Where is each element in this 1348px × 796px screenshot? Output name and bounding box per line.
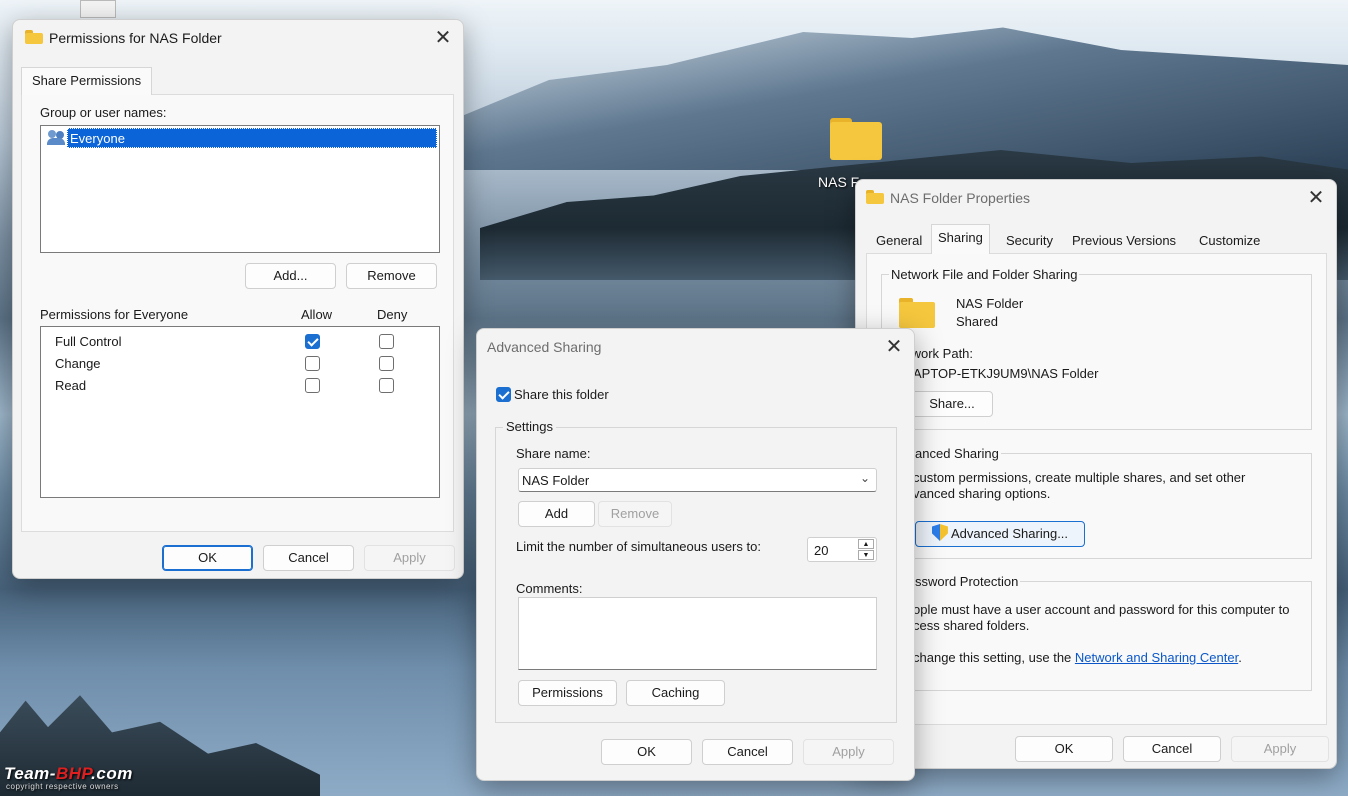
desktop-folder-icon[interactable] [828,118,884,162]
permissions-titlebar[interactable]: Permissions for NAS Folder ✕ [13,20,463,56]
properties-cancel-button[interactable]: Cancel [1123,736,1221,762]
permissions-list: Full Control Change Read [40,326,440,498]
folder-name: NAS Folder [956,296,1024,311]
advanced-sharing-titlebar[interactable]: Advanced Sharing ✕ [477,329,914,365]
permission-name: Full Control [55,334,122,349]
properties-ok-button[interactable]: OK [1015,736,1113,762]
properties-window: NAS Folder Properties ✕ General Sharing … [855,179,1337,769]
comments-label: Comments: [516,581,583,596]
advanced-apply-button[interactable]: Apply [803,739,894,765]
deny-header: Deny [377,307,408,322]
user-list[interactable]: Everyone [40,125,440,253]
share-name-remove-button[interactable]: Remove [598,501,672,527]
chevron-down-icon[interactable]: ⌄ [860,471,870,485]
caching-button[interactable]: Caching [626,680,725,706]
uac-shield-icon [932,524,948,541]
network-path-value: APTOP-ETKJ9UM9\NAS Folder [913,366,1099,381]
tab-security[interactable]: Security [1000,228,1059,254]
allow-header: Allow [301,307,333,322]
comments-textarea[interactable] [518,597,877,670]
change-allow-checkbox[interactable] [305,356,320,371]
close-icon[interactable]: ✕ [882,335,906,359]
limit-users-spinner[interactable]: 20 ▲ ▼ [807,537,877,562]
share-name-value: NAS Folder [522,473,590,488]
permissions-button[interactable]: Permissions [518,680,617,706]
desktop-file-icon[interactable] [80,0,116,18]
password-text-2: cess shared folders. [913,618,1030,633]
permissions-cancel-button[interactable]: Cancel [263,545,354,571]
limit-users-label: Limit the number of simultaneous users t… [516,539,761,554]
user-list-item[interactable]: Everyone [67,128,437,148]
group-user-label: Group or user names: [40,105,167,120]
share-button[interactable]: Share... [911,391,993,417]
network-path-label: twork Path: [908,346,974,361]
properties-title: NAS Folder Properties [890,190,1031,206]
share-name-combobox[interactable]: NAS Folder ⌄ [518,468,877,492]
read-deny-checkbox[interactable] [379,378,394,393]
advanced-sharing-window: Advanced Sharing ✕ Share this folder Set… [476,328,915,781]
network-sharing-center-link[interactable]: Network and Sharing Center [1075,650,1238,665]
wallpaper-mountain [440,27,1348,170]
advanced-cancel-button[interactable]: Cancel [702,739,793,765]
spinner-up-icon[interactable]: ▲ [858,539,874,549]
add-user-button[interactable]: Add... [245,263,336,289]
limit-users-value: 20 [814,543,829,558]
network-sharing-label: Network File and Folder Sharing [889,267,1080,282]
spinner-down-icon[interactable]: ▼ [858,550,874,560]
user-name: Everyone [70,131,125,146]
change-deny-checkbox[interactable] [379,356,394,371]
password-text-3: change this setting, use the Network and… [913,650,1242,665]
folder-status: Shared [956,314,998,329]
advanced-ok-button[interactable]: OK [601,739,692,765]
full-control-allow-checkbox[interactable] [305,334,320,349]
share-folder-label[interactable]: Share this folder [514,387,609,402]
shared-folder-icon [899,298,935,328]
desktop-folder-label[interactable]: NAS F [818,174,859,190]
share-folder-checkbox[interactable] [496,387,511,402]
watermark: Team-BHP.com copyright respective owners [4,764,133,791]
tab-general[interactable]: General [870,228,928,254]
tab-sharing[interactable]: Sharing [931,224,990,254]
advanced-sharing-text-1: custom permissions, create multiple shar… [913,470,1246,485]
permission-name: Change [55,356,101,371]
password-text-1: ople must have a user account and passwo… [913,602,1290,617]
settings-label: Settings [503,419,556,434]
permissions-for-label: Permissions for Everyone [40,307,189,322]
advanced-sharing-label: anced Sharing [913,446,1001,461]
permissions-panel: Group or user names: Everyone Add... Rem… [21,94,454,532]
sharing-panel: Network File and Folder Sharing NAS Fold… [866,253,1327,725]
full-control-deny-checkbox[interactable] [379,334,394,349]
folder-icon [25,30,43,44]
close-icon[interactable]: ✕ [431,26,455,50]
share-name-add-button[interactable]: Add [518,501,595,527]
advanced-sharing-text-2: vanced sharing options. [913,486,1051,501]
password-protection-label: ssword Protection [913,574,1021,589]
user-group-icon [47,130,67,146]
permissions-title: Permissions for NAS Folder [49,30,222,46]
password-protection-group [881,581,1312,691]
permissions-apply-button[interactable]: Apply [364,545,455,571]
properties-titlebar[interactable]: NAS Folder Properties ✕ [856,180,1336,216]
advanced-sharing-title: Advanced Sharing [487,339,602,355]
permissions-window: Permissions for NAS Folder ✕ Share Permi… [12,19,464,579]
advanced-sharing-button[interactable]: Advanced Sharing... [915,521,1085,547]
permissions-ok-button[interactable]: OK [162,545,253,571]
tab-share-permissions[interactable]: Share Permissions [21,67,153,95]
tab-customize[interactable]: Customize [1193,228,1266,254]
properties-apply-button[interactable]: Apply [1231,736,1329,762]
permission-name: Read [55,378,87,393]
remove-user-button[interactable]: Remove [346,263,437,289]
folder-icon [866,190,884,204]
share-name-label: Share name: [516,446,591,461]
tab-previous-versions[interactable]: Previous Versions [1066,228,1182,254]
close-icon[interactable]: ✕ [1304,186,1328,210]
read-allow-checkbox[interactable] [305,378,320,393]
advanced-sharing-button-label: Advanced Sharing... [950,526,1069,541]
